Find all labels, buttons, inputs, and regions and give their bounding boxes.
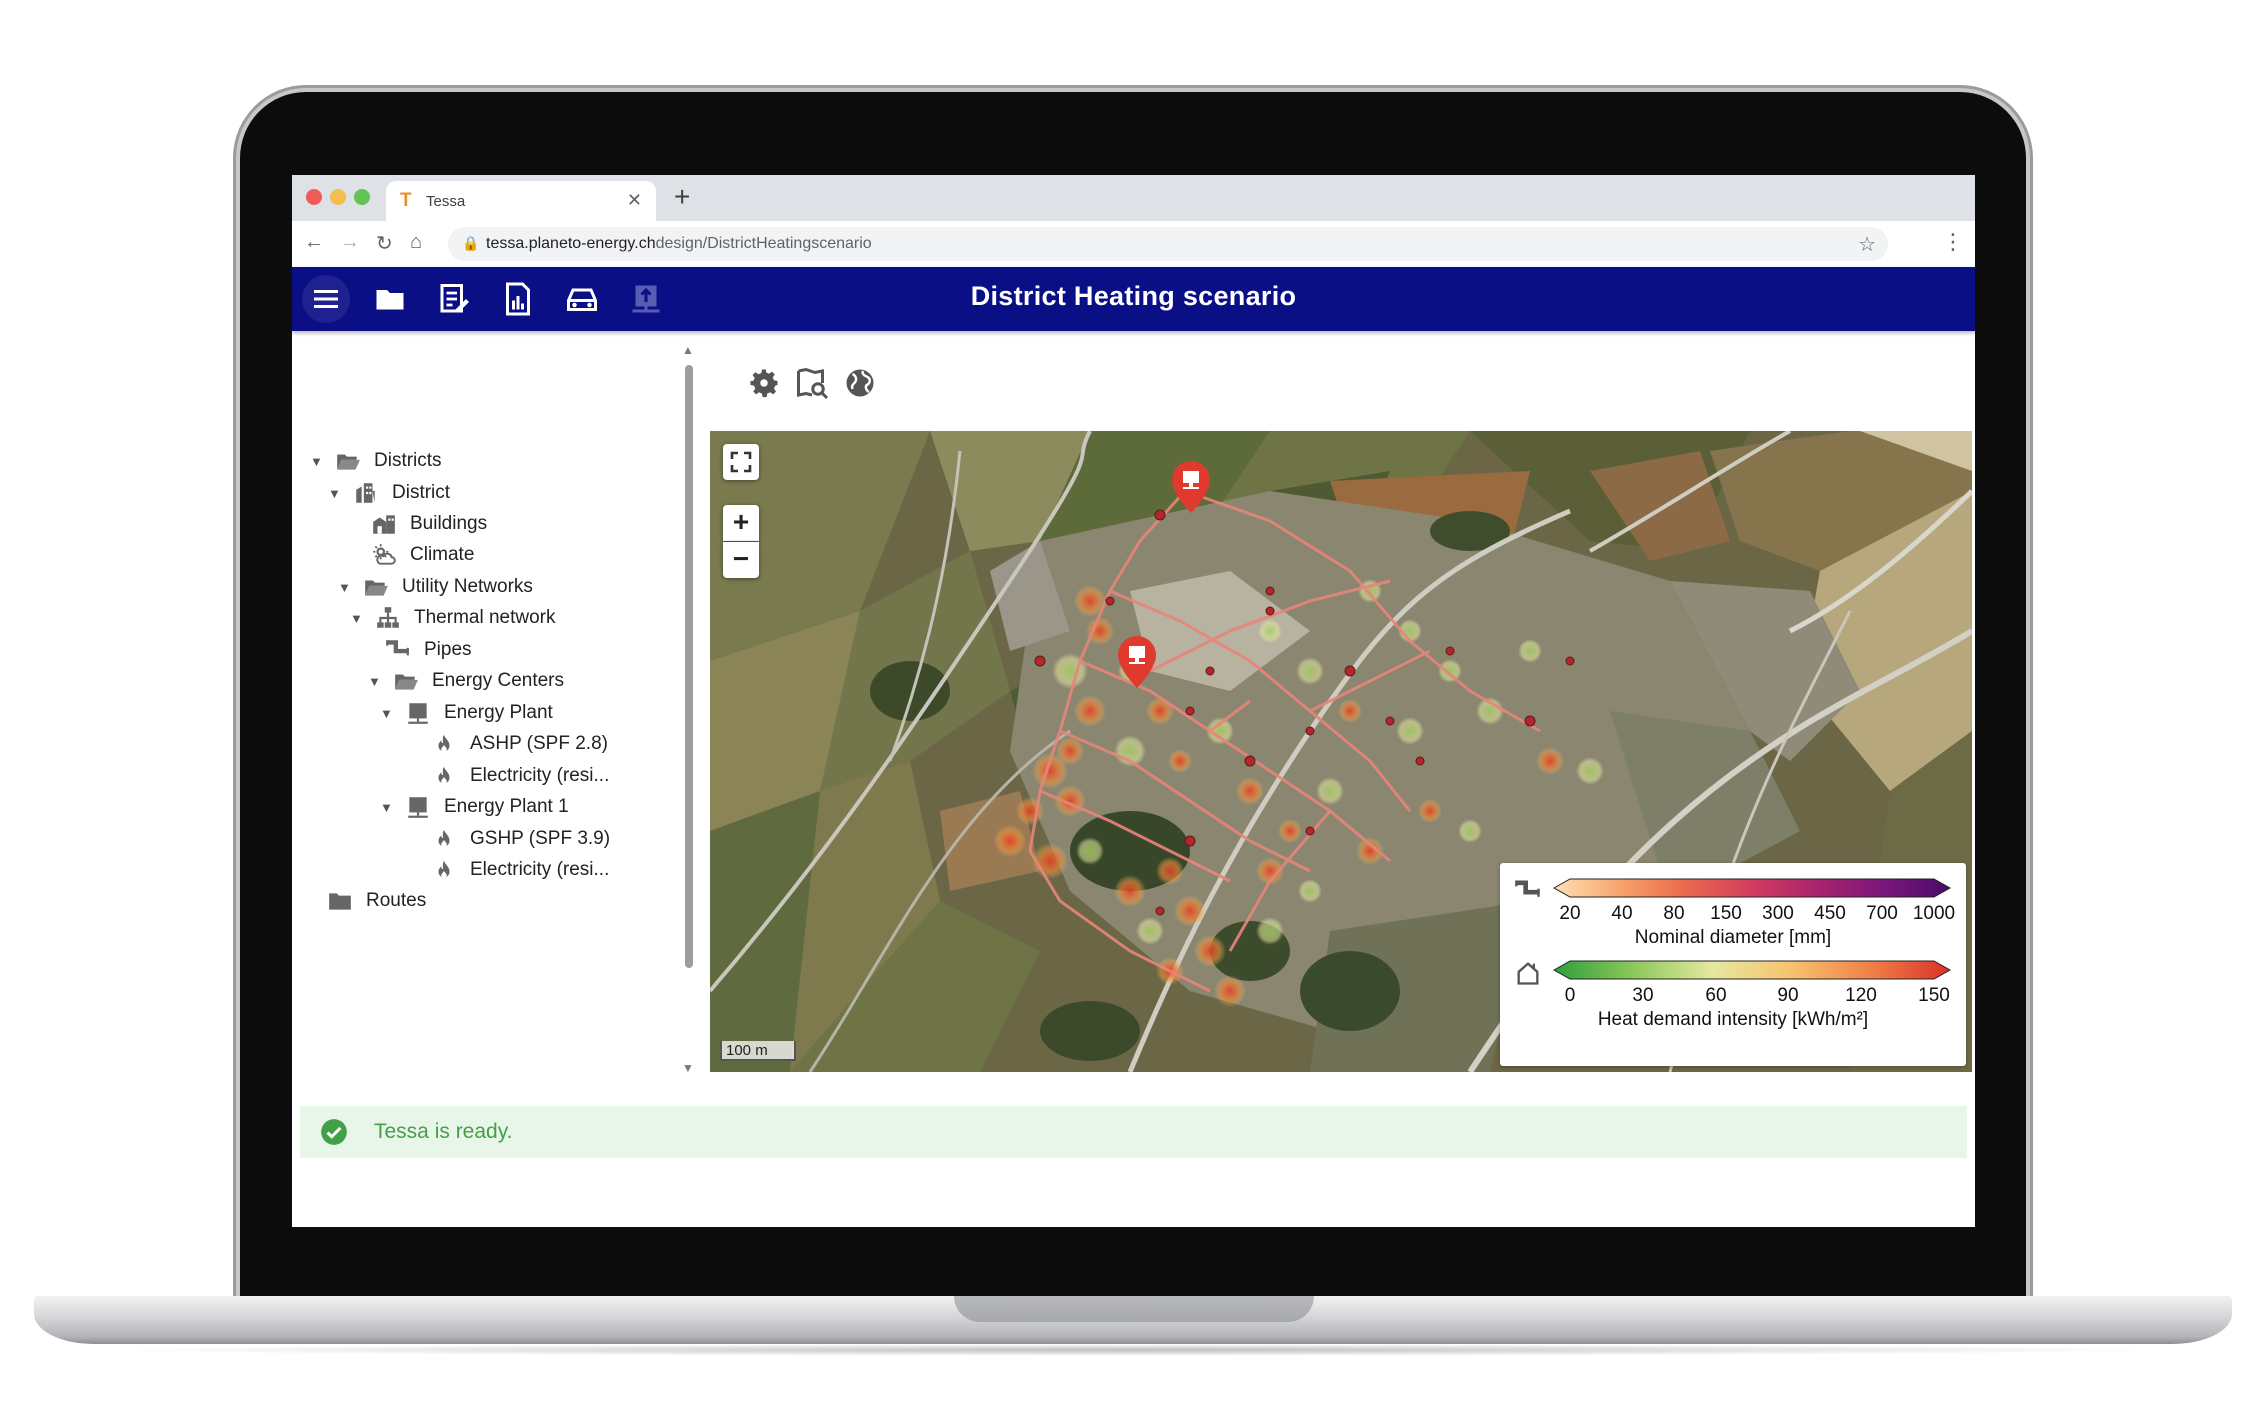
climate-icon (370, 541, 398, 569)
globe-icon[interactable] (842, 365, 878, 401)
page-title: District Heating scenario (970, 281, 1297, 311)
map-view[interactable]: + − 100 m 20 40 80 150 300 450 700 1000 … (710, 431, 1972, 1072)
folder-open-icon (362, 573, 390, 601)
project-tree: ▼ Districts ▼ District Buildings Climate… (292, 331, 682, 915)
fullscreen-button[interactable] (723, 444, 759, 480)
diameter-legend-title: Nominal diameter [mm] (1634, 927, 1832, 948)
window-maximize-button[interactable] (354, 189, 370, 205)
flame-icon (430, 730, 458, 758)
caret-down-icon[interactable]: ▼ (328, 486, 346, 501)
map-scale-bar: 100 m (720, 1041, 796, 1061)
heat-demand-tick: 90 (1777, 985, 1799, 1006)
tree-scrollbar-thumb[interactable] (685, 365, 693, 968)
heat-demand-tick: 120 (1845, 985, 1877, 1006)
app-header: District Heating scenario (292, 267, 1975, 331)
diameter-tick: 300 (1762, 903, 1794, 924)
window-close-button[interactable] (306, 189, 322, 205)
heat-demand-legend-title: Heat demand intensity [kWh/m²] (1597, 1009, 1869, 1030)
folder-icon (326, 887, 354, 915)
caret-down-icon[interactable]: ▼ (380, 706, 398, 721)
flame-icon (430, 762, 458, 790)
browser-toolbar: ← → ↻ ⌂ 🔒 tessa.planeto-energy.chdesign/… (292, 221, 1975, 268)
tree-item-routes[interactable]: Routes (320, 881, 426, 921)
browser-tab-bar: T Tessa ✕ + (292, 175, 1975, 221)
map-search-icon[interactable] (794, 365, 830, 401)
home-icon[interactable]: ⌂ (410, 231, 422, 254)
browser-menu-icon[interactable]: ⋮ (1942, 229, 1964, 255)
caret-down-icon[interactable]: ▼ (380, 800, 398, 815)
new-tab-button[interactable]: + (674, 181, 690, 213)
flame-icon (430, 856, 458, 884)
reload-icon[interactable]: ↻ (376, 231, 393, 256)
forward-arrow-icon[interactable]: → (340, 231, 360, 254)
url-text: tessa.planeto-energy.chdesign/DistrictHe… (486, 235, 872, 252)
diameter-tick: 20 (1559, 903, 1581, 924)
caret-down-icon[interactable]: ▼ (310, 454, 328, 469)
diameter-tick: 450 (1814, 903, 1846, 924)
folder-open-icon (392, 667, 420, 695)
laptop-notch (954, 1296, 1314, 1322)
flame-icon (430, 825, 458, 853)
pipe-icon (384, 636, 412, 664)
network-icon (374, 604, 402, 632)
caret-down-icon[interactable]: ▼ (368, 674, 386, 689)
diameter-tick: 700 (1866, 903, 1898, 924)
scroll-up-arrow[interactable]: ▲ (682, 343, 694, 357)
browser-tab[interactable]: T Tessa ✕ (386, 181, 656, 221)
house-icon (1514, 959, 1542, 987)
buildings-icon (370, 510, 398, 538)
energy-plant-marker-icon[interactable] (1169, 459, 1213, 515)
scroll-down-arrow[interactable]: ▼ (682, 1061, 694, 1075)
heat-demand-tick: 30 (1632, 985, 1654, 1006)
zoom-in-button[interactable]: + (723, 505, 759, 541)
zoom-out-button[interactable]: − (723, 542, 759, 578)
tessa-favicon-icon: T (400, 190, 412, 211)
tab-title: Tessa (426, 193, 466, 210)
folder-open-icon (334, 447, 362, 475)
tab-close-icon[interactable]: ✕ (627, 190, 642, 211)
address-bar[interactable]: 🔒 tessa.planeto-energy.chdesign/District… (448, 227, 1888, 261)
tree-item-electricity-1[interactable]: Electricity (resi... (406, 850, 609, 890)
caret-down-icon[interactable]: ▼ (350, 611, 368, 626)
map-legend: 20 40 80 150 300 450 700 1000 Nominal di… (1500, 863, 1966, 1066)
fullscreen-icon (730, 451, 752, 473)
screen: T Tessa ✕ + ← → ↻ ⌂ 🔒 tessa.planeto-ener… (292, 175, 1975, 1227)
status-message: Tessa is ready. (374, 1120, 513, 1143)
heat-demand-tick: 0 (1564, 985, 1576, 1006)
heat-demand-tick: 150 (1918, 985, 1950, 1006)
diameter-tick: 40 (1611, 903, 1633, 924)
heat-demand-tick: 60 (1705, 985, 1727, 1006)
bookmark-star-icon[interactable]: ☆ (1858, 232, 1876, 257)
laptop-shadow (90, 1344, 2176, 1356)
caret-down-icon[interactable]: ▼ (338, 580, 356, 595)
status-bar: Tessa is ready. (300, 1106, 1967, 1158)
pipe-icon (1514, 877, 1542, 905)
lock-icon: 🔒 (462, 235, 480, 251)
plant-icon (404, 793, 432, 821)
energy-plant-1-marker-icon[interactable] (1115, 634, 1159, 690)
back-arrow-icon[interactable]: ← (304, 231, 324, 254)
diameter-tick: 150 (1710, 903, 1742, 924)
diameter-tick: 1000 (1912, 903, 1956, 924)
building-icon (352, 479, 380, 507)
check-circle-icon (321, 1119, 347, 1145)
plant-icon (404, 699, 432, 727)
window-minimize-button[interactable] (330, 189, 346, 205)
heat-demand-colorbar (1552, 960, 1952, 980)
settings-gear-icon[interactable] (746, 365, 782, 401)
diameter-colorbar (1552, 878, 1952, 898)
diameter-tick: 80 (1663, 903, 1685, 924)
